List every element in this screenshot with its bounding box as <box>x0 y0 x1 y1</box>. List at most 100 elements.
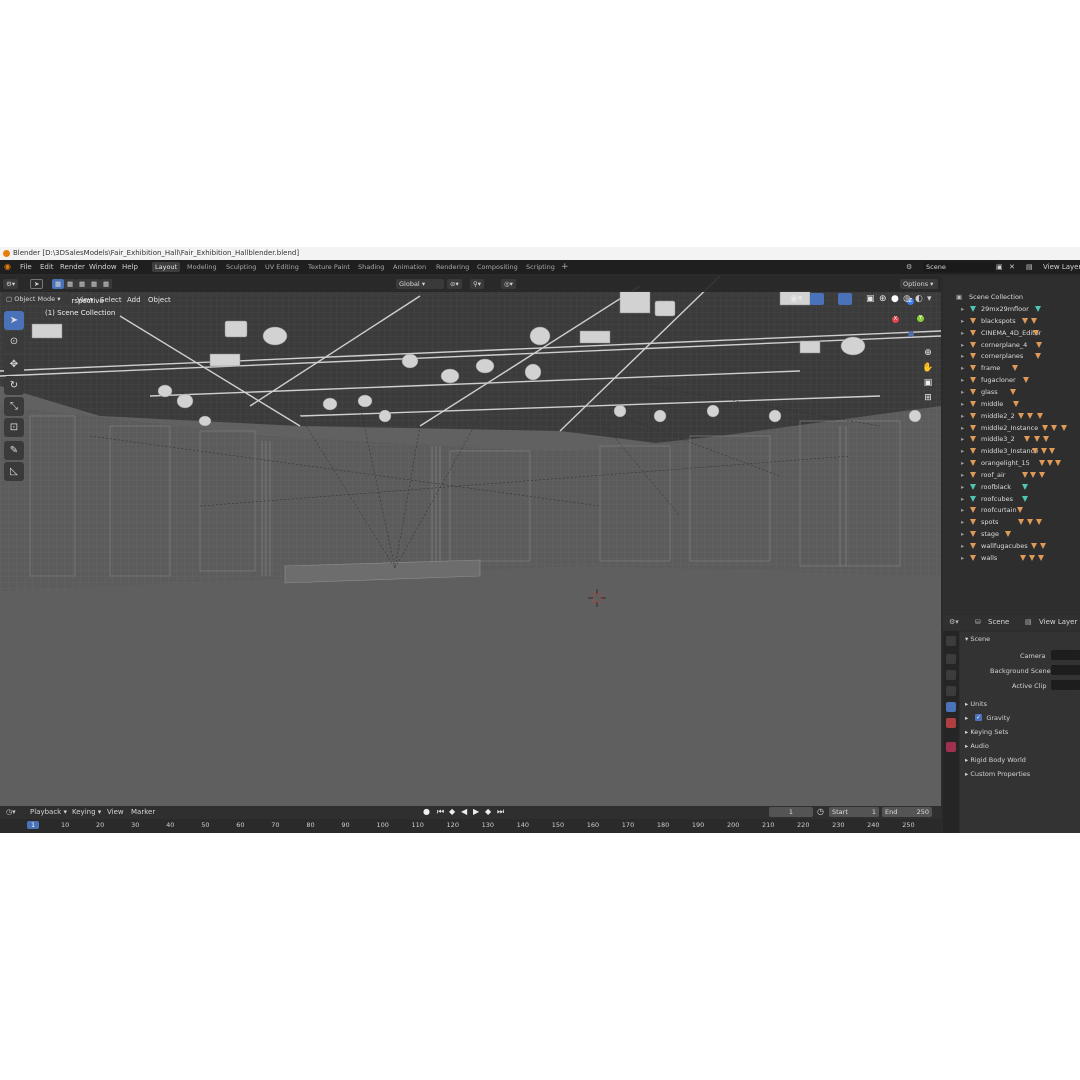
expand-arrow-icon[interactable]: ▸ <box>961 552 964 564</box>
outliner-item[interactable]: ▸ roofblack <box>943 481 1080 493</box>
modifier-badge-icon[interactable] <box>1037 412 1043 419</box>
expand-arrow-icon[interactable]: ▸ <box>961 422 964 434</box>
rotate-tool-icon[interactable]: ↻ <box>4 376 24 395</box>
measure-tool-icon[interactable]: ◺ <box>4 462 24 481</box>
modifier-badge-icon[interactable] <box>1043 436 1049 443</box>
scene-field[interactable]: Scene <box>923 262 995 272</box>
expand-arrow-icon[interactable]: ▸ <box>961 445 964 457</box>
move-tool-icon[interactable]: ✥ <box>4 355 24 374</box>
gizmo-toggle-icon[interactable] <box>810 293 824 305</box>
menu-object[interactable]: Object <box>148 296 171 304</box>
expand-arrow-icon[interactable]: ▸ <box>961 327 964 339</box>
modifier-badge-icon[interactable] <box>1041 448 1047 455</box>
tab-rendering[interactable]: Rendering <box>433 262 472 272</box>
visibility-icon[interactable]: ◉▾ <box>790 294 802 304</box>
view-layer-tab-icon[interactable] <box>946 686 956 696</box>
view-layer-label[interactable]: View Layer <box>1043 260 1080 274</box>
expand-arrow-icon[interactable]: ▸ <box>961 540 964 552</box>
menu-window[interactable]: Window <box>89 260 117 274</box>
camera-view-icon[interactable]: ▣ <box>920 378 936 393</box>
blender-menu-icon[interactable]: ◉ <box>4 260 11 274</box>
snap-icon[interactable]: ⚲▾ <box>470 279 485 289</box>
gravity-section[interactable]: ▸ ✓ Gravity <box>965 714 1010 722</box>
outliner-item[interactable]: ▸ wallfugacubes <box>943 540 1080 552</box>
expand-arrow-icon[interactable]: ▸ <box>961 339 964 351</box>
modifier-badge-icon[interactable] <box>1033 329 1039 336</box>
modifier-badge-icon[interactable] <box>1042 424 1048 431</box>
expand-arrow-icon[interactable]: ▸ <box>961 398 964 410</box>
next-keyframe-icon[interactable]: ◆ <box>485 807 491 816</box>
view-layer-icon[interactable]: ▤ <box>1026 260 1033 274</box>
remove-scene-icon[interactable]: ✕ <box>1009 260 1015 274</box>
expand-arrow-icon[interactable]: ▸ <box>961 469 964 481</box>
scale-tool-icon[interactable]: ⤡ <box>4 397 24 416</box>
timeline-editor-type-icon[interactable]: ◷▾ <box>6 808 16 816</box>
editor-type-icon[interactable]: ⚙▾ <box>3 279 19 289</box>
outliner-item[interactable]: ▸ stage <box>943 528 1080 540</box>
expand-arrow-icon[interactable]: ▸ <box>961 386 964 398</box>
outliner-root[interactable]: ▣ Scene Collection <box>943 291 1080 303</box>
modifier-badge-icon[interactable] <box>1038 554 1044 561</box>
properties-scene-label[interactable]: Scene <box>988 618 1009 626</box>
perspective-grid-icon[interactable]: ⊞ <box>920 393 936 408</box>
xray-icon[interactable]: ▣ <box>866 294 875 304</box>
record-icon[interactable]: ● <box>423 807 430 816</box>
modifier-badge-icon[interactable] <box>1013 400 1019 407</box>
menu-file[interactable]: File <box>20 260 32 274</box>
tab-texture-paint[interactable]: Texture Paint <box>305 262 353 272</box>
texture-tab-icon[interactable] <box>946 742 956 752</box>
outliner-item[interactable]: ▸ cornerplane_4 <box>943 339 1080 351</box>
shading-options-icon[interactable]: ▾ <box>927 294 932 304</box>
add-workspace-icon[interactable]: + <box>561 260 569 274</box>
expand-arrow-icon[interactable]: ▸ <box>961 457 964 469</box>
expand-arrow-icon[interactable]: ▸ <box>961 315 964 327</box>
jump-end-icon[interactable]: ⏭ <box>497 807 504 817</box>
cursor-tool-icon[interactable]: ⊙ <box>4 332 24 351</box>
audio-section[interactable]: ▸ Audio <box>965 742 989 750</box>
custom-properties-section[interactable]: ▸ Custom Properties <box>965 770 1030 778</box>
start-frame-field[interactable]: Start 1 <box>829 807 879 817</box>
expand-arrow-icon[interactable]: ▸ <box>961 362 964 374</box>
outliner-item[interactable]: ▸ roofcubes <box>943 493 1080 505</box>
play-reverse-icon[interactable]: ◀ <box>461 807 467 816</box>
expand-arrow-icon[interactable]: ▸ <box>961 504 964 516</box>
frame-ruler[interactable]: 1 10 20 30 40 50 60 70 80 90 100 110 120 130 140 150 160… <box>0 819 941 833</box>
select-mode-intersect-icon[interactable]: ▦ <box>100 279 113 289</box>
tab-uv-editing[interactable]: UV Editing <box>262 262 302 272</box>
options-dropdown[interactable]: Options ▾ <box>900 279 938 289</box>
menu-render[interactable]: Render <box>60 260 85 274</box>
expand-arrow-icon[interactable]: ▸ <box>961 303 964 315</box>
modifier-badge-icon[interactable] <box>1020 554 1026 561</box>
modifier-badge-icon[interactable] <box>1024 436 1030 443</box>
rendered-shading-icon[interactable]: ◐ <box>915 294 923 304</box>
solid-shading-icon[interactable]: ● <box>891 294 899 304</box>
modifier-badge-icon[interactable] <box>1022 483 1028 490</box>
scene-selector-icon[interactable]: ⚙ <box>906 260 912 274</box>
modifier-badge-icon[interactable] <box>1039 471 1045 478</box>
tab-compositing[interactable]: Compositing <box>474 262 521 272</box>
material-shading-icon[interactable]: ◍ <box>903 294 911 304</box>
menu-help[interactable]: Help <box>122 260 138 274</box>
modifier-badge-icon[interactable] <box>1031 543 1037 549</box>
menu-view[interactable]: View <box>77 296 94 304</box>
modifier-badge-icon[interactable] <box>1035 353 1041 360</box>
tab-shading[interactable]: Shading <box>355 262 387 272</box>
modifier-badge-icon[interactable] <box>1055 460 1061 467</box>
modifier-badge-icon[interactable] <box>1047 460 1053 467</box>
outliner-item[interactable]: ▸ middle2_2 <box>943 410 1080 422</box>
background-scene-field[interactable] <box>1051 665 1080 675</box>
outliner-item[interactable]: ▸ frame <box>943 362 1080 374</box>
modifier-badge-icon[interactable] <box>1035 306 1041 312</box>
modifier-badge-icon[interactable] <box>1036 519 1042 526</box>
play-icon[interactable]: ▶ <box>473 807 479 816</box>
render-tab-icon[interactable] <box>946 654 956 664</box>
modifier-badge-icon[interactable] <box>1012 365 1018 372</box>
select-tool-icon[interactable]: ➤ <box>30 279 44 289</box>
camera-field[interactable] <box>1051 650 1080 660</box>
expand-arrow-icon[interactable]: ▸ <box>961 410 964 422</box>
tab-layout[interactable]: Layout <box>152 262 181 272</box>
transform-orientation-dropdown[interactable]: Global ▾ <box>396 279 444 289</box>
outliner-item[interactable]: ▸ walls <box>943 552 1080 564</box>
expand-arrow-icon[interactable]: ▸ <box>961 516 964 528</box>
scene-tab-icon[interactable] <box>946 702 956 712</box>
